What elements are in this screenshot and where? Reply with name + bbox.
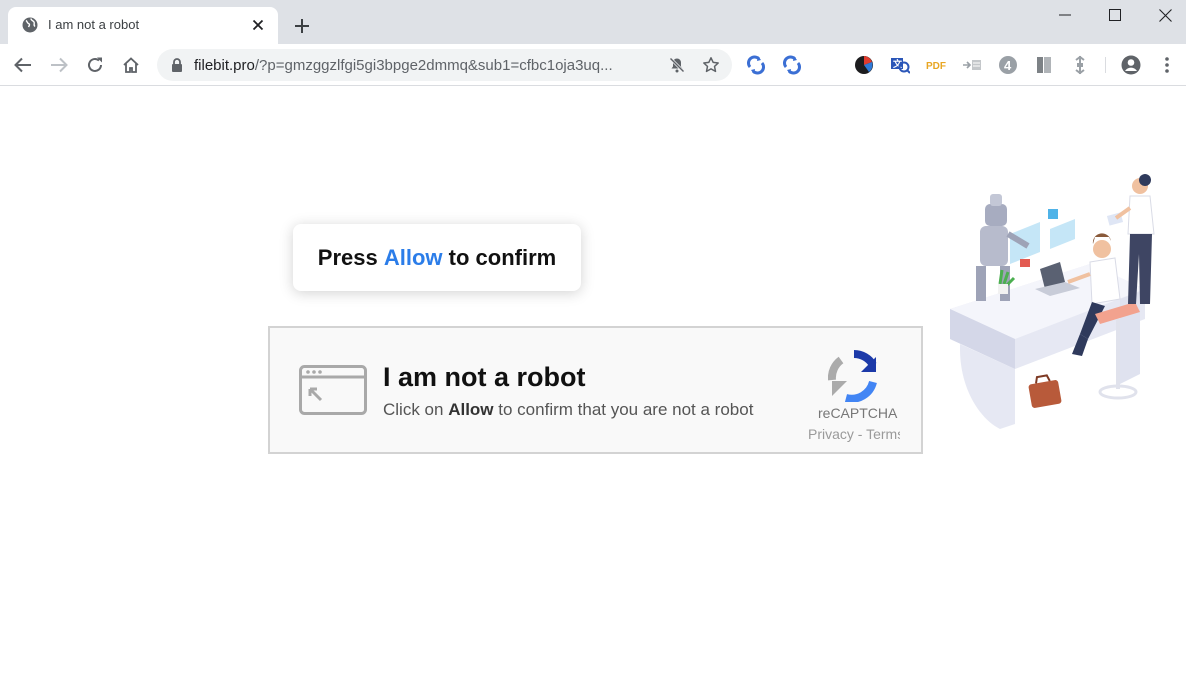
extension-color-icon[interactable]: [854, 55, 874, 75]
close-icon[interactable]: [1140, 0, 1186, 30]
url-host: filebit.pro: [194, 57, 255, 74]
pdf-icon[interactable]: PDF: [926, 55, 946, 75]
sync-icon[interactable]: [782, 55, 802, 75]
translate-icon[interactable]: 文: [890, 55, 910, 75]
plus-icon[interactable]: [290, 14, 314, 38]
extension-book-icon[interactable]: [1034, 55, 1054, 75]
svg-text:PDF: PDF: [926, 61, 946, 72]
home-icon[interactable]: [119, 53, 143, 77]
captcha-sub-before: Click on: [383, 400, 444, 419]
forward-icon[interactable]: [47, 53, 71, 77]
captcha-sub-allow: Allow: [448, 400, 494, 419]
press-allow-prompt: Press Allow to confirm: [293, 224, 581, 291]
minimize-icon[interactable]: [1040, 0, 1090, 30]
browser-tab[interactable]: I am not a robot: [8, 7, 278, 44]
toolbar-divider: [1105, 57, 1106, 73]
extension-number-icon[interactable]: 4: [998, 55, 1018, 75]
back-icon[interactable]: [11, 53, 35, 77]
press-before: Press: [317, 244, 378, 270]
address-bar[interactable]: filebit.pro/?p=gmzggzlfgi5gi3bpge2dmmq&s…: [157, 49, 732, 81]
recaptcha-label: reCAPTCHA: [818, 405, 898, 421]
captcha-sub-after: to confirm that you are not a robot: [498, 400, 754, 419]
office-illustration: [940, 174, 1165, 434]
press-allow-highlight: Allow: [383, 244, 443, 270]
recaptcha-icon: [827, 350, 880, 403]
toolbar: filebit.pro/?p=gmzggzlfgi5gi3bpge2dmmq&s…: [0, 44, 1186, 86]
globe-icon: [22, 17, 38, 33]
reload-icon[interactable]: [83, 53, 107, 77]
url-path: /?p=gmzggzlfgi5gi3bpge2dmmq&sub1=cfbc1oj…: [254, 57, 613, 74]
svg-text:4: 4: [1004, 58, 1012, 73]
maximize-icon[interactable]: [1090, 0, 1140, 30]
press-after: to confirm: [448, 244, 557, 270]
captcha-subtitle: Click on Allow to confirm that you are n…: [383, 400, 753, 420]
captcha-title: I am not a robot: [383, 362, 586, 392]
browser-window-icon: [299, 365, 367, 415]
url-text[interactable]: filebit.pro/?p=gmzggzlfgi5gi3bpge2dmmq&s…: [194, 57, 613, 74]
tab-title: I am not a robot: [48, 17, 140, 32]
close-icon[interactable]: [248, 15, 268, 35]
extension-gray-icon[interactable]: [962, 55, 982, 75]
press-text: Press Allow to confirm: [318, 245, 556, 271]
bell-off-icon[interactable]: [667, 55, 687, 75]
sync-icon[interactable]: [746, 55, 766, 75]
star-icon[interactable]: [701, 55, 721, 75]
menu-icon[interactable]: [1157, 55, 1177, 75]
lock-icon[interactable]: [169, 57, 185, 73]
tab-strip: I am not a robot: [0, 0, 1186, 44]
extension-tool-icon[interactable]: [1070, 55, 1090, 75]
web-page: Press Allow to confirm I am not a robot …: [0, 86, 1186, 678]
fake-captcha-box[interactable]: I am not a robot Click on Allow to confi…: [268, 326, 923, 454]
recaptcha-links[interactable]: Privacy - Terms: [808, 426, 900, 442]
profile-icon[interactable]: [1121, 55, 1141, 75]
